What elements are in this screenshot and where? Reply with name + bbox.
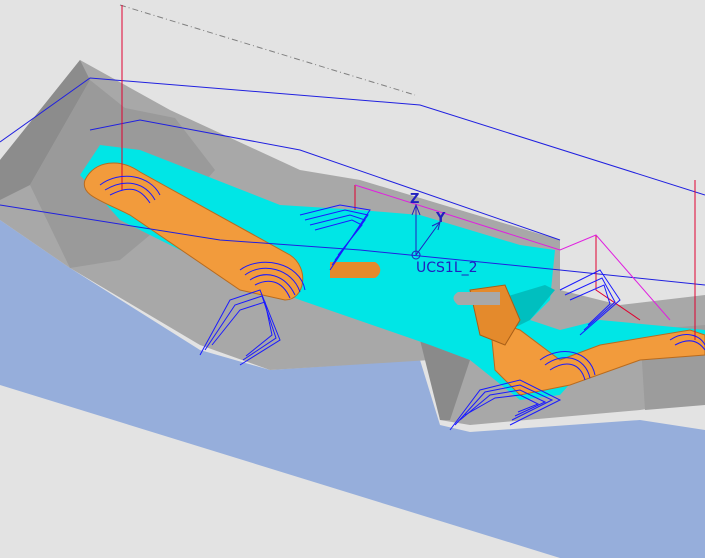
cam-3d-viewport[interactable]: Z Y UCS1L_2 <box>0 0 705 558</box>
scene-canvas[interactable]: Z Y UCS1L_2 <box>0 0 705 558</box>
slot-left <box>330 262 381 278</box>
construction-line <box>119 4 416 96</box>
slot-right <box>453 292 500 305</box>
ucs-name-label: UCS1L_2 <box>416 260 478 276</box>
ucs-axis-y-label: Y <box>435 211 446 226</box>
ucs-axis-z-label: Z <box>410 192 419 207</box>
